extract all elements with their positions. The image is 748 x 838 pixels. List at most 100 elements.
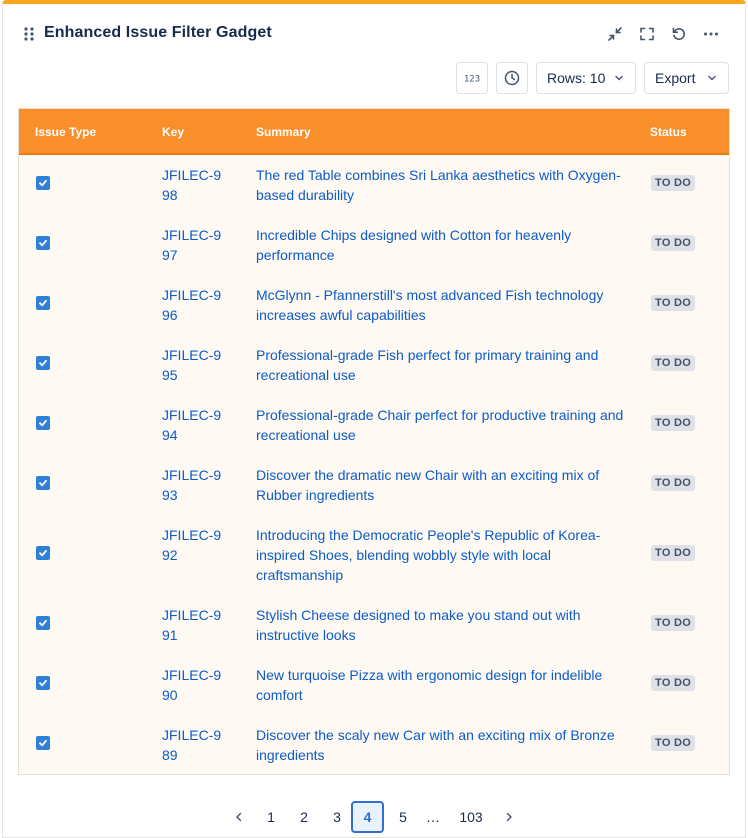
export-button[interactable]: Export [644, 62, 729, 94]
rows-per-page-label: Rows: 10 [547, 70, 606, 86]
issue-key-link[interactable]: JFILEC-992 [162, 525, 226, 565]
page-button-103[interactable]: 103 [449, 801, 493, 833]
more-icon [704, 32, 718, 36]
status-badge: TO DO [651, 295, 696, 311]
rows-per-page-select[interactable]: Rows: 10 [536, 62, 636, 94]
check-icon [39, 619, 47, 627]
table-row: JFILEC-996 McGlynn - Pfannerstill's most … [19, 275, 729, 335]
table-header: Issue Type Key Summary Status [19, 109, 729, 155]
gadget-toolbar: 123 Rows: 10 Export [456, 62, 729, 94]
issue-type-checkbox[interactable] [36, 676, 50, 690]
issue-type-checkbox[interactable] [36, 416, 50, 430]
table-row: JFILEC-997 Incredible Chips designed with… [19, 215, 729, 275]
previous-page-button[interactable] [223, 801, 255, 833]
chevron-right-icon [506, 812, 512, 822]
check-icon [39, 739, 47, 747]
check-icon [39, 679, 47, 687]
issue-summary-link[interactable]: Discover the dramatic new Chair with an … [256, 465, 626, 505]
issue-summary-link[interactable]: Incredible Chips designed with Cotton fo… [256, 225, 626, 265]
chevron-left-icon [236, 812, 242, 822]
issue-key-link[interactable]: JFILEC-994 [162, 405, 226, 445]
issue-summary-link[interactable]: Introducing the Democratic People's Repu… [256, 525, 626, 585]
refresh-button[interactable] [663, 22, 695, 46]
issue-type-checkbox[interactable] [36, 296, 50, 310]
status-badge: TO DO [651, 545, 696, 561]
issue-key-link[interactable]: JFILEC-990 [162, 665, 226, 705]
page-button-3[interactable]: 3 [321, 801, 353, 833]
number-icon: 123 [464, 75, 480, 85]
issue-summary-link[interactable]: Discover the scaly new Car with an excit… [256, 725, 626, 765]
column-header-issue-type[interactable]: Issue Type [35, 125, 96, 139]
issue-summary-link[interactable]: Professional-grade Chair perfect for pro… [256, 405, 626, 445]
table-row: JFILEC-989 Discover the scaly new Car wit… [19, 715, 729, 774]
pagination: 1 2 3 4 5 … 103 [3, 801, 745, 833]
issue-summary-link[interactable]: Stylish Cheese designed to make you stan… [256, 605, 626, 645]
issue-key-link[interactable]: JFILEC-997 [162, 225, 226, 265]
status-badge: TO DO [651, 355, 696, 371]
table-row: JFILEC-993 Discover the dramatic new Chai… [19, 455, 729, 515]
status-badge: TO DO [651, 175, 696, 191]
issue-summary-link[interactable]: The red Table combines Sri Lanka aesthet… [256, 165, 626, 205]
gadget-header: Enhanced Issue Filter Gadget [3, 4, 745, 60]
table-row: JFILEC-990 New turquoise Pizza with ergon… [19, 655, 729, 715]
fullscreen-button[interactable] [631, 22, 663, 46]
page-button-4[interactable]: 4 [351, 801, 384, 833]
check-icon [39, 549, 47, 557]
issue-type-checkbox[interactable] [36, 236, 50, 250]
chevron-down-icon [708, 75, 716, 81]
gadget-container: Enhanced Issue Filter Gadget 123 Rows: 1… [2, 0, 746, 838]
chevron-down-icon [615, 75, 623, 81]
issue-type-checkbox[interactable] [36, 616, 50, 630]
fullscreen-icon [640, 27, 654, 41]
status-badge: TO DO [651, 415, 696, 431]
issue-key-link[interactable]: JFILEC-995 [162, 345, 226, 385]
history-button[interactable] [496, 62, 528, 94]
collapse-button[interactable] [599, 22, 631, 46]
check-icon [39, 479, 47, 487]
status-badge: TO DO [651, 475, 696, 491]
issue-summary-link[interactable]: McGlynn - Pfannerstill's most advanced F… [256, 285, 626, 325]
issue-summary-link[interactable]: New turquoise Pizza with ergonomic desig… [256, 665, 626, 705]
more-button[interactable] [695, 22, 727, 46]
issue-key-link[interactable]: JFILEC-989 [162, 725, 226, 765]
column-header-status[interactable]: Status [650, 125, 687, 139]
page-button-1[interactable]: 1 [255, 801, 287, 833]
export-label: Export [655, 70, 696, 86]
issue-type-checkbox[interactable] [36, 356, 50, 370]
status-badge: TO DO [651, 735, 696, 751]
check-icon [39, 179, 47, 187]
collapse-icon [608, 27, 622, 41]
number-format-button[interactable]: 123 [456, 62, 488, 94]
check-icon [39, 299, 47, 307]
issue-type-checkbox[interactable] [36, 546, 50, 560]
issue-key-link[interactable]: JFILEC-991 [162, 605, 226, 645]
table-row: JFILEC-998 The red Table combines Sri Lan… [19, 155, 729, 215]
column-header-key[interactable]: Key [162, 125, 184, 139]
table-body: JFILEC-998 The red Table combines Sri Lan… [19, 155, 729, 774]
status-badge: TO DO [651, 615, 696, 631]
check-icon [39, 239, 47, 247]
issue-key-link[interactable]: JFILEC-996 [162, 285, 226, 325]
header-actions [599, 22, 727, 46]
issue-table: Issue Type Key Summary Status JFILEC-998… [18, 108, 730, 775]
issue-type-checkbox[interactable] [36, 476, 50, 490]
refresh-icon [672, 27, 685, 40]
drag-handle-icon[interactable] [23, 26, 35, 42]
page-button-5[interactable]: 5 [387, 801, 419, 833]
check-icon [39, 359, 47, 367]
issue-key-link[interactable]: JFILEC-998 [162, 165, 226, 205]
check-icon [39, 419, 47, 427]
next-page-button[interactable] [493, 801, 525, 833]
page-button-2[interactable]: 2 [288, 801, 320, 833]
clock-icon [504, 70, 520, 86]
issue-type-checkbox[interactable] [36, 176, 50, 190]
issue-summary-link[interactable]: Professional-grade Fish perfect for prim… [256, 345, 626, 385]
gadget-title: Enhanced Issue Filter Gadget [44, 24, 272, 41]
issue-type-checkbox[interactable] [36, 736, 50, 750]
pagination-ellipsis: … [426, 809, 440, 825]
status-badge: TO DO [651, 235, 696, 251]
table-row: JFILEC-995 Professional-grade Fish perfec… [19, 335, 729, 395]
issue-key-link[interactable]: JFILEC-993 [162, 465, 226, 505]
status-badge: TO DO [651, 675, 696, 691]
column-header-summary[interactable]: Summary [256, 125, 311, 139]
